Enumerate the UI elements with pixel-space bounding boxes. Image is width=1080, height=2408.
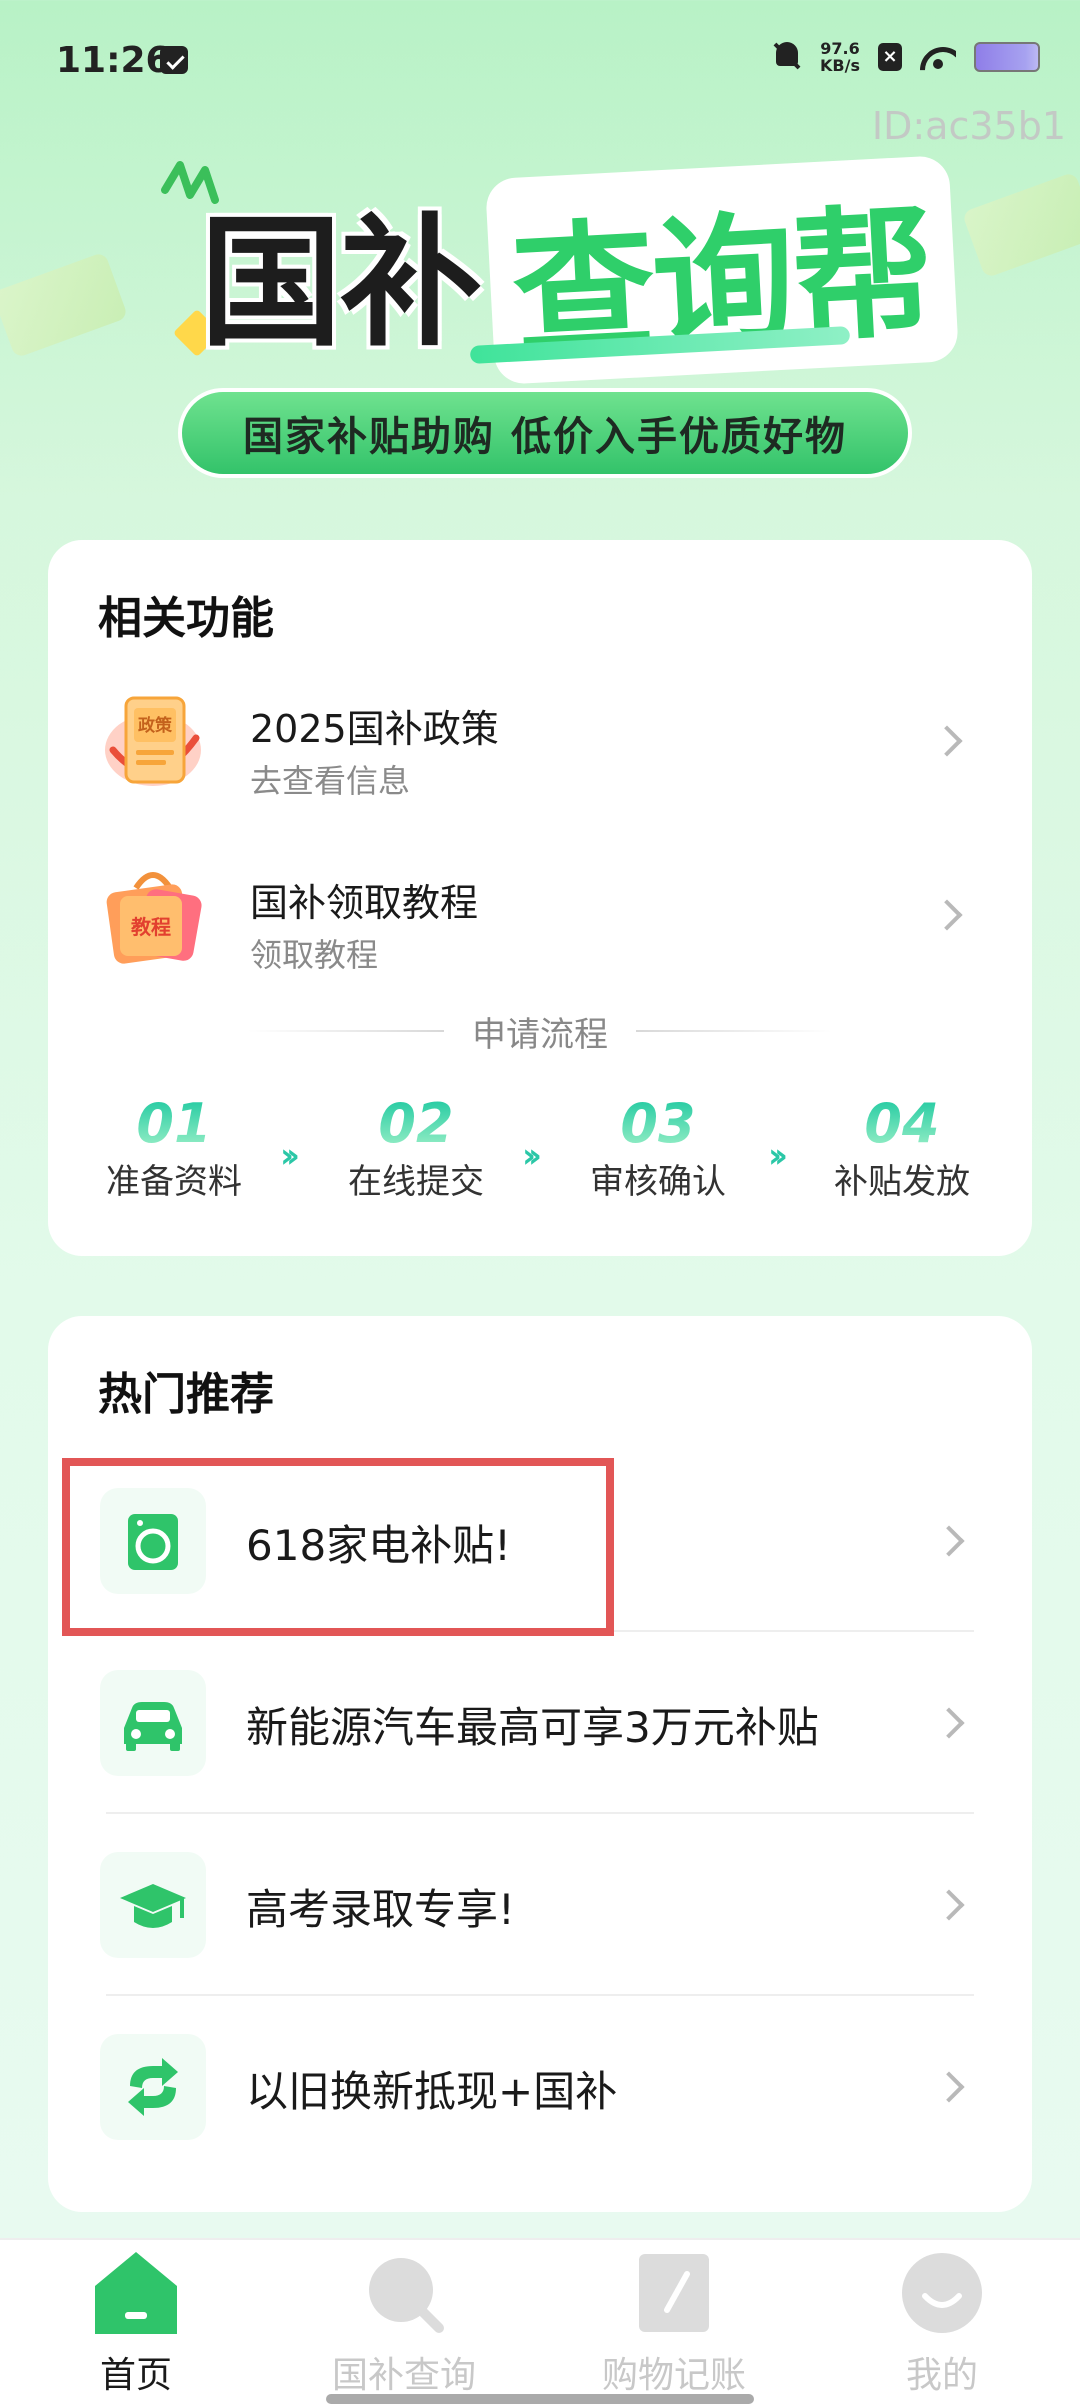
flow-header: 申请流程 — [48, 1006, 1032, 1056]
step-label: 补贴发放 — [834, 1162, 970, 1202]
nav-home-label: 首页 — [99, 2355, 172, 2396]
hot-title-text: 热门推荐 — [98, 1369, 274, 1420]
nav-profile-label: 我的 — [905, 2355, 978, 2396]
double-chevron-icon: ›› — [280, 1136, 300, 1176]
money-decoration — [961, 171, 1080, 279]
step-label: 在线提交 — [348, 1162, 484, 1202]
hot-item-icon-box — [100, 1670, 206, 1776]
divider-line — [248, 1030, 444, 1032]
chevron-right-icon — [931, 725, 963, 757]
nav-ledger-label: 购物记账 — [601, 2355, 746, 2396]
hot-item-tradein[interactable]: 以旧换新抵现+国补 — [48, 1996, 1032, 2178]
battery-icon — [974, 42, 1040, 72]
network-speed: 97.6 KB/s — [820, 40, 860, 74]
policy-badge-text: 政策 — [138, 715, 173, 736]
nav-query-label: 国补查询 — [331, 2355, 476, 2396]
functions-card: 相关功能 政策 2025国补政策 去查看信息 教程 国补领取教程 领取教程 申请… — [48, 540, 1032, 1256]
exchange-icon — [128, 2058, 178, 2116]
tutorial-badge-text: 教程 — [131, 915, 171, 939]
smiley-user-icon — [902, 2253, 982, 2333]
chevron-right-icon — [933, 1707, 965, 1739]
hot-item-label: 以旧换新抵现+国补 — [246, 2067, 618, 2116]
chevron-right-icon — [933, 1889, 965, 1921]
functions-title-text: 相关功能 — [98, 593, 274, 644]
double-chevron-icon: ›› — [768, 1136, 788, 1176]
function-subtitle: 领取教程 — [250, 936, 379, 974]
sim-off-icon: × — [878, 43, 902, 71]
page-id-label: ID:ac35b1 — [871, 104, 1066, 148]
slogan-banner: 国家补贴助购 低价入手优质好物 — [178, 388, 912, 478]
double-chevron-icon: ›› — [522, 1136, 542, 1176]
status-bar: 11:26 97.6 KB/s × — [0, 0, 1080, 120]
status-time: 11:26 — [56, 40, 171, 81]
hot-recommend-card: 热门推荐 618家电补贴! 新能源汽车最高可享3万元补贴 高考录取专享! 以旧换… — [48, 1316, 1032, 2212]
step-item: 03 审核确认 — [568, 1096, 748, 1203]
step-label: 准备资料 — [106, 1162, 242, 1202]
hot-item-gaokao[interactable]: 高考录取专享! — [48, 1814, 1032, 1996]
hot-item-icon-box — [100, 2034, 206, 2140]
hot-item-label: 新能源汽车最高可享3万元补贴 — [246, 1703, 819, 1752]
notification-icon — [160, 46, 188, 74]
network-speed-value: 97.6 — [820, 39, 860, 58]
notebook-pen-icon — [639, 2254, 709, 2332]
chevron-right-icon — [931, 899, 963, 931]
flow-title: 申请流程 — [472, 1014, 608, 1055]
bell-muted-icon — [772, 40, 802, 74]
hot-item-ev[interactable]: 新能源汽车最高可享3万元补贴 — [48, 1632, 1032, 1814]
chevron-right-icon — [933, 1525, 965, 1557]
wifi-icon — [920, 43, 956, 71]
functions-section-title: 相关功能 — [98, 582, 288, 652]
step-number: 04 — [812, 1096, 992, 1152]
home-indicator[interactable] — [326, 2394, 754, 2404]
network-speed-unit: KB/s — [820, 56, 860, 75]
function-row-tutorial[interactable]: 教程 国补领取教程 领取教程 — [48, 834, 1032, 994]
bottom-nav: 首页 国补查询 购物记账 我的 — [0, 2238, 1080, 2408]
step-item: 02 在线提交 — [326, 1096, 506, 1203]
slogan-text: 国家补贴助购 低价入手优质好物 — [243, 414, 847, 460]
step-item: 04 补贴发放 — [812, 1096, 992, 1203]
policy-document-icon: 政策 — [105, 696, 201, 786]
step-item: 01 准备资料 — [84, 1096, 264, 1203]
app-title-part-a: 国补 — [200, 201, 482, 366]
home-icon — [95, 2252, 177, 2334]
nav-shopping-ledger[interactable]: 购物记账 — [574, 2252, 774, 2398]
tutorial-bag-icon: 教程 — [106, 872, 202, 964]
step-number: 03 — [568, 1096, 748, 1152]
function-row-policy[interactable]: 政策 2025国补政策 去查看信息 — [48, 660, 1032, 820]
nav-subsidy-query[interactable]: 国补查询 — [304, 2252, 504, 2398]
step-number: 02 — [326, 1096, 506, 1152]
function-name: 国补领取教程 — [250, 881, 479, 925]
nav-home[interactable]: 首页 — [36, 2252, 236, 2398]
search-icon — [369, 2258, 444, 2333]
function-name: 2025国补政策 — [250, 707, 499, 751]
hot-item-icon-box — [100, 1852, 206, 1958]
car-icon — [124, 1702, 182, 1751]
nav-profile[interactable]: 我的 — [842, 2252, 1042, 2398]
function-subtitle: 去查看信息 — [250, 762, 411, 800]
hot-section-title: 热门推荐 — [98, 1358, 288, 1428]
process-steps: 01 准备资料 ›› 02 在线提交 ›› 03 审核确认 ›› 04 补贴发放 — [48, 1096, 1032, 1216]
step-number: 01 — [84, 1096, 264, 1152]
selection-highlight — [62, 1458, 614, 1636]
step-label: 审核确认 — [590, 1162, 726, 1202]
divider-line — [636, 1030, 832, 1032]
chevron-right-icon — [933, 2071, 965, 2103]
money-decoration — [0, 251, 129, 359]
graduation-cap-icon — [120, 1884, 186, 1928]
hot-item-label: 高考录取专享! — [246, 1885, 515, 1934]
